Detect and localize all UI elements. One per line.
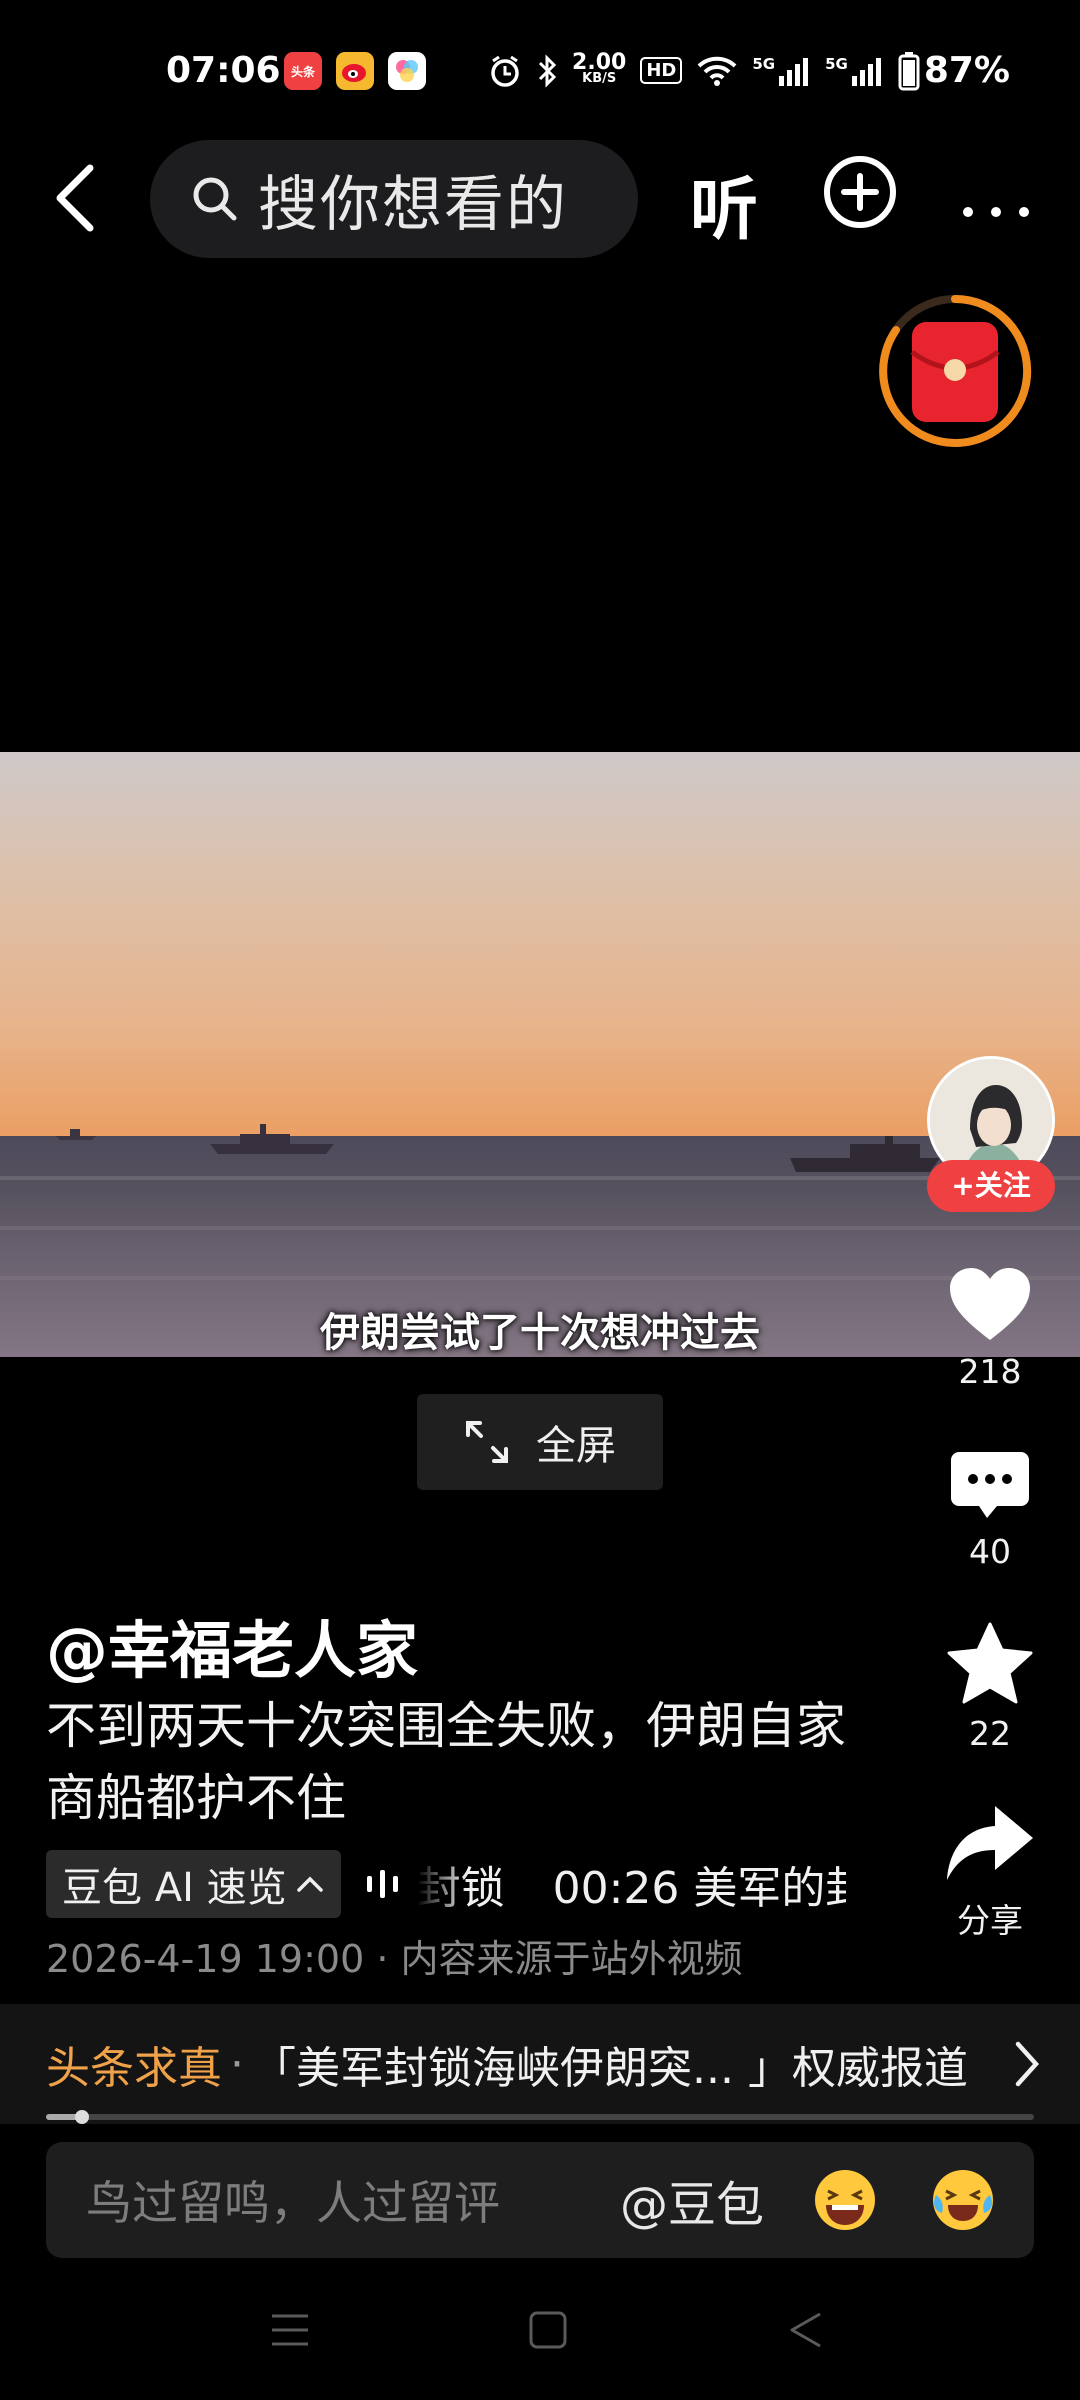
fullscreen-label: 全屏 — [536, 1423, 616, 1469]
comment-count: 40 — [969, 1532, 1011, 1571]
comment-action[interactable]: 40 — [920, 1450, 1060, 1571]
comment-icon — [951, 1452, 1029, 1518]
signal-1: 5G — [752, 56, 811, 86]
comment-input[interactable]: 鸟过留鸣，人过留评 @豆包 — [46, 2142, 1034, 2258]
video-subtitle: 伊朗尝试了十次想冲过去 — [320, 1310, 760, 1356]
ai-summary-button[interactable]: 豆包 AI 速览 — [46, 1850, 341, 1918]
home-icon[interactable] — [528, 2310, 568, 2350]
favorite-action[interactable]: 22 — [920, 1622, 1060, 1753]
share-label: 分享 — [957, 1901, 1023, 1940]
menu-icon[interactable] — [270, 2310, 310, 2350]
fact-check-text: 「美军封锁海峡伊朗突... 」权威报道 — [252, 2043, 968, 2094]
ai-summary-row: 豆包 AI 速览 封锁 00:26 美军的封 — [46, 1850, 846, 1918]
top-nav: 搜你想看的 听 — [0, 140, 1080, 260]
ship-left — [56, 1129, 96, 1140]
app-icon — [388, 52, 426, 90]
like-action[interactable]: 218 — [920, 1266, 1060, 1391]
red-packet-icon[interactable] — [876, 292, 1034, 450]
search-bar[interactable]: 搜你想看的 — [150, 140, 638, 258]
audio-wave-icon — [366, 1870, 398, 1898]
video-progress-knob[interactable] — [74, 2110, 89, 2124]
fact-check-tag: 头条求真 — [46, 2043, 222, 2094]
star-icon — [947, 1622, 1033, 1704]
laughing-emoji-icon[interactable] — [812, 2167, 878, 2233]
fact-check-bar[interactable]: 头条求真 · 「美军封锁海峡伊朗突... 」权威报道 — [0, 2004, 1080, 2124]
chevron-up-icon — [296, 1876, 323, 1892]
bluetooth-icon — [538, 53, 557, 88]
ai-marquee-segment-2: 00:26 美军的封 — [552, 1863, 846, 1914]
share-action[interactable]: 分享 — [920, 1804, 1060, 1942]
system-nav-bar — [0, 2300, 1080, 2380]
author-name[interactable]: @幸福老人家 — [46, 1600, 418, 1690]
video-player[interactable]: 伊朗尝试了十次想冲过去 — [0, 752, 1080, 1357]
ai-summary-label: 豆包 AI 速览 — [62, 1865, 287, 1911]
ai-summary-marquee[interactable]: 封锁 00:26 美军的封 — [417, 1852, 846, 1916]
ship-center — [210, 1124, 334, 1154]
battery-percent: 87% — [923, 50, 1010, 91]
toutiao-icon: 头条 — [284, 52, 322, 90]
at-doubao-button[interactable]: @豆包 — [620, 2165, 764, 2235]
signal-2: 5G — [825, 56, 884, 86]
status-bar: 07:06 头条 2.00 KB/S HD 5G 5G 87% — [0, 40, 1080, 110]
crying-laugh-emoji-icon[interactable] — [930, 2167, 996, 2233]
expand-icon — [466, 1421, 508, 1463]
search-placeholder: 搜你想看的 — [258, 169, 568, 240]
follow-button[interactable]: +关注 — [927, 1160, 1055, 1212]
heart-icon — [950, 1268, 1030, 1340]
listen-button[interactable]: 听 — [690, 154, 758, 253]
search-icon — [193, 177, 237, 221]
fact-check-separator: · — [230, 2038, 244, 2090]
back-nav-icon[interactable] — [786, 2310, 826, 2350]
favorite-count: 22 — [969, 1714, 1011, 1753]
alarm-icon — [491, 55, 519, 87]
wifi-icon — [697, 56, 737, 86]
post-description: 不到两天十次突围全失败，伊朗自家商船都护不住 — [46, 1697, 846, 1827]
video-progress-bar[interactable] — [46, 2110, 1034, 2124]
battery-icon — [898, 51, 920, 90]
net-speed: 2.00 KB/S — [572, 49, 627, 86]
back-icon[interactable] — [44, 158, 114, 238]
chevron-right-icon — [1015, 2041, 1040, 2087]
add-icon[interactable] — [822, 154, 898, 230]
like-count: 218 — [958, 1352, 1022, 1391]
weibo-icon — [336, 52, 374, 90]
comment-placeholder: 鸟过留鸣，人过留评 — [86, 2176, 500, 2230]
status-time: 07:06 — [166, 50, 281, 91]
fullscreen-button[interactable]: 全屏 — [417, 1394, 663, 1490]
hd-voice-icon: HD — [640, 57, 683, 84]
ai-marquee-segment-1: 封锁 — [416, 1863, 505, 1914]
post-meta: 2026-4-19 19:00 · 内容来源于站外视频 — [46, 1937, 743, 1981]
more-icon[interactable] — [956, 154, 1036, 230]
ship-right — [790, 1136, 940, 1172]
share-icon — [947, 1806, 1033, 1880]
